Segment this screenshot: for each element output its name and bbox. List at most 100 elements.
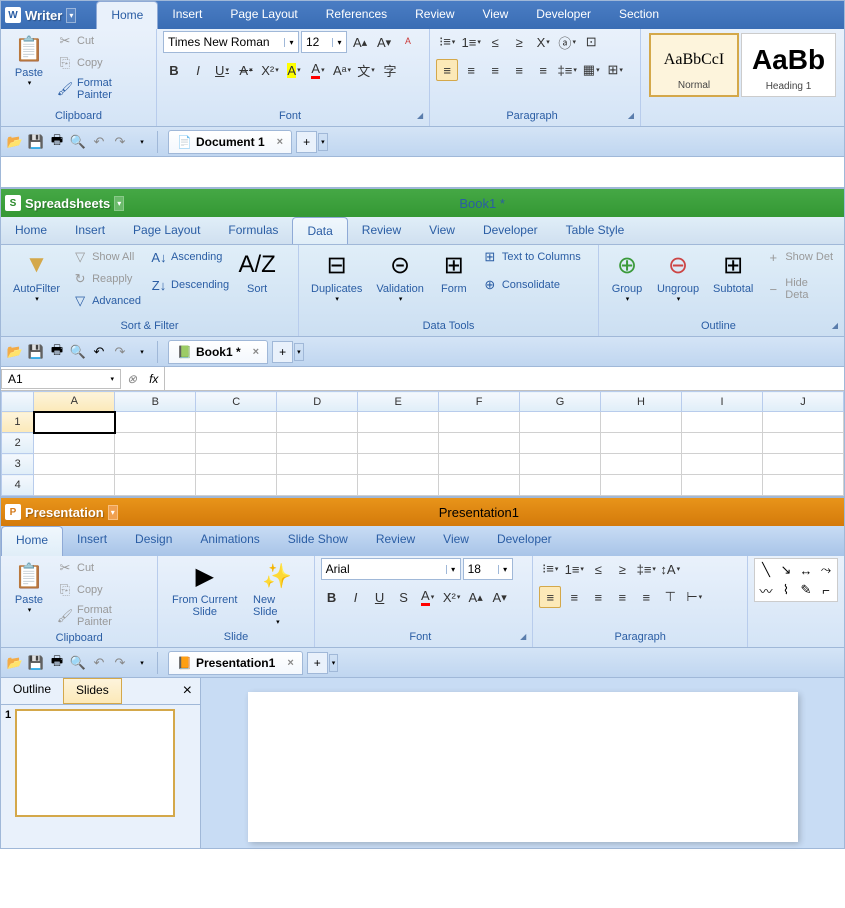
slide-canvas[interactable] xyxy=(201,678,844,848)
cell[interactable] xyxy=(277,412,358,433)
cell[interactable] xyxy=(277,454,358,475)
save-icon[interactable]: 💾 xyxy=(26,653,46,673)
tab-slide-show[interactable]: Slide Show xyxy=(274,526,362,556)
cell[interactable] xyxy=(762,454,843,475)
select-all-corner[interactable] xyxy=(2,392,34,412)
font-family-combo[interactable]: Times New Roman▾ xyxy=(163,31,299,53)
grow-font-button[interactable]: A▴ xyxy=(349,31,371,53)
borders-button[interactable]: ⊞▾ xyxy=(604,59,626,81)
scribble-shape[interactable]: ✎ xyxy=(797,581,815,599)
from-current-slide-button[interactable]: ▶ From Current Slide xyxy=(164,558,245,620)
tab-design[interactable]: Design xyxy=(121,526,186,556)
bold-button[interactable]: B xyxy=(163,59,185,81)
double-arrow-shape[interactable]: ↔ xyxy=(797,561,815,579)
align-justify-button[interactable]: ≡ xyxy=(611,586,633,608)
text-direction-button[interactable]: ↕A▾ xyxy=(659,558,681,580)
tabs-dropdown[interactable]: ▾ xyxy=(294,343,304,361)
undo-icon[interactable]: ↶ xyxy=(89,132,109,152)
tab-animations[interactable]: Animations xyxy=(186,526,273,556)
print-preview-icon[interactable]: 🔍 xyxy=(68,132,88,152)
elbow-shape[interactable]: ⌐ xyxy=(817,581,835,599)
paragraph-dialog-launcher[interactable]: ◢ xyxy=(628,108,634,124)
new-slide-button[interactable]: ✨ New Slide ▾ xyxy=(247,558,308,628)
cell[interactable] xyxy=(762,412,843,433)
shrink-font-button[interactable]: A▾ xyxy=(489,586,511,608)
bullets-button[interactable]: ⁝≡▾ xyxy=(436,31,458,53)
presentation-menu-dropdown[interactable]: ▾ xyxy=(108,505,118,520)
new-tab-button[interactable]: + xyxy=(272,341,293,363)
new-tab-button[interactable]: + xyxy=(296,131,317,153)
row-header-3[interactable]: 3 xyxy=(2,454,34,475)
font-family-combo[interactable]: Arial▾ xyxy=(321,558,461,580)
tab-references[interactable]: References xyxy=(312,1,401,29)
col-header-g[interactable]: G xyxy=(520,392,601,412)
open-icon[interactable]: 📂 xyxy=(5,132,25,152)
cell[interactable] xyxy=(115,475,196,496)
outline-tab[interactable]: Outline xyxy=(1,678,63,704)
col-header-a[interactable]: A xyxy=(34,392,115,412)
print-icon[interactable]: 🖶 xyxy=(47,342,67,362)
tab-table-style[interactable]: Table Style xyxy=(552,217,639,244)
align-left-button[interactable]: ≡ xyxy=(436,59,458,81)
qat-dropdown[interactable]: ▾ xyxy=(132,342,152,362)
qat-dropdown[interactable]: ▾ xyxy=(132,653,152,673)
duplicates-button[interactable]: ⊟ Duplicates ▾ xyxy=(305,247,368,305)
cell[interactable] xyxy=(277,433,358,454)
close-panel-icon[interactable]: × xyxy=(175,678,200,704)
col-header-b[interactable]: B xyxy=(115,392,196,412)
row-header-4[interactable]: 4 xyxy=(2,475,34,496)
line-shape[interactable]: ╲ xyxy=(757,561,775,579)
curve-shape[interactable]: 〰 xyxy=(757,581,775,599)
italic-button[interactable]: I xyxy=(345,586,367,608)
increase-indent-button[interactable]: ≥ xyxy=(508,31,530,53)
clear-formatting-button[interactable]: ᴬ xyxy=(397,31,419,53)
qat-dropdown[interactable]: ▾ xyxy=(132,132,152,152)
asian-layout-button[interactable]: ⓐ▾ xyxy=(556,31,578,53)
tabs-dropdown[interactable]: ▾ xyxy=(329,654,339,672)
print-preview-icon[interactable]: 🔍 xyxy=(68,653,88,673)
tab-view[interactable]: View xyxy=(429,526,483,556)
line-spacing-button[interactable]: ‡≡▾ xyxy=(556,59,578,81)
cell[interactable] xyxy=(682,475,763,496)
align-left-button[interactable]: ≡ xyxy=(539,586,561,608)
paste-button[interactable]: 📋 Paste ▾ xyxy=(7,31,51,89)
save-icon[interactable]: 💾 xyxy=(26,132,46,152)
cell-a1[interactable] xyxy=(34,412,115,433)
shrink-font-button[interactable]: A▾ xyxy=(373,31,395,53)
ungroup-button[interactable]: ⊖ Ungroup ▾ xyxy=(651,247,705,305)
spreadsheet-doc-tab[interactable]: 📗 Book1 * × xyxy=(168,340,268,364)
group-button[interactable]: ⊕ Group ▾ xyxy=(605,247,649,305)
cell[interactable] xyxy=(520,454,601,475)
col-header-h[interactable]: H xyxy=(601,392,682,412)
new-tab-button[interactable]: + xyxy=(307,652,328,674)
tab-insert[interactable]: Insert xyxy=(158,1,216,29)
align-right-button[interactable]: ≡ xyxy=(587,586,609,608)
decrease-indent-button[interactable]: ≤ xyxy=(587,558,609,580)
enclose-button[interactable]: 字 xyxy=(379,59,401,81)
superscript-button[interactable]: X²▾ xyxy=(259,59,281,81)
tab-developer[interactable]: Developer xyxy=(469,217,552,244)
chevron-down-icon[interactable]: ▾ xyxy=(498,565,512,574)
style-normal[interactable]: AaBbCcI Normal xyxy=(649,33,739,97)
cell[interactable] xyxy=(196,454,277,475)
tab-review[interactable]: Review xyxy=(401,1,468,29)
cell[interactable] xyxy=(682,412,763,433)
chevron-down-icon[interactable]: ▾ xyxy=(110,375,114,383)
cell[interactable] xyxy=(682,433,763,454)
line-spacing-button[interactable]: ‡≡▾ xyxy=(635,558,657,580)
cell[interactable] xyxy=(601,475,682,496)
underline-button[interactable]: U▾ xyxy=(211,59,233,81)
shading-button[interactable]: ▦▾ xyxy=(580,59,602,81)
row-header-2[interactable]: 2 xyxy=(2,433,34,454)
cell[interactable] xyxy=(520,475,601,496)
show-marks-button[interactable]: ⊡ xyxy=(580,31,602,53)
row-header-1[interactable]: 1 xyxy=(2,412,34,433)
save-icon[interactable]: 💾 xyxy=(26,342,46,362)
font-dialog-launcher[interactable]: ◢ xyxy=(417,108,423,124)
bold-button[interactable]: B xyxy=(321,586,343,608)
outline-dialog-launcher[interactable]: ◢ xyxy=(832,318,838,334)
tab-review[interactable]: Review xyxy=(348,217,415,244)
align-top-button[interactable]: ⊤ xyxy=(659,586,681,608)
reapply-button[interactable]: ↻Reapply xyxy=(68,269,145,289)
align-center-button[interactable]: ≡ xyxy=(460,59,482,81)
